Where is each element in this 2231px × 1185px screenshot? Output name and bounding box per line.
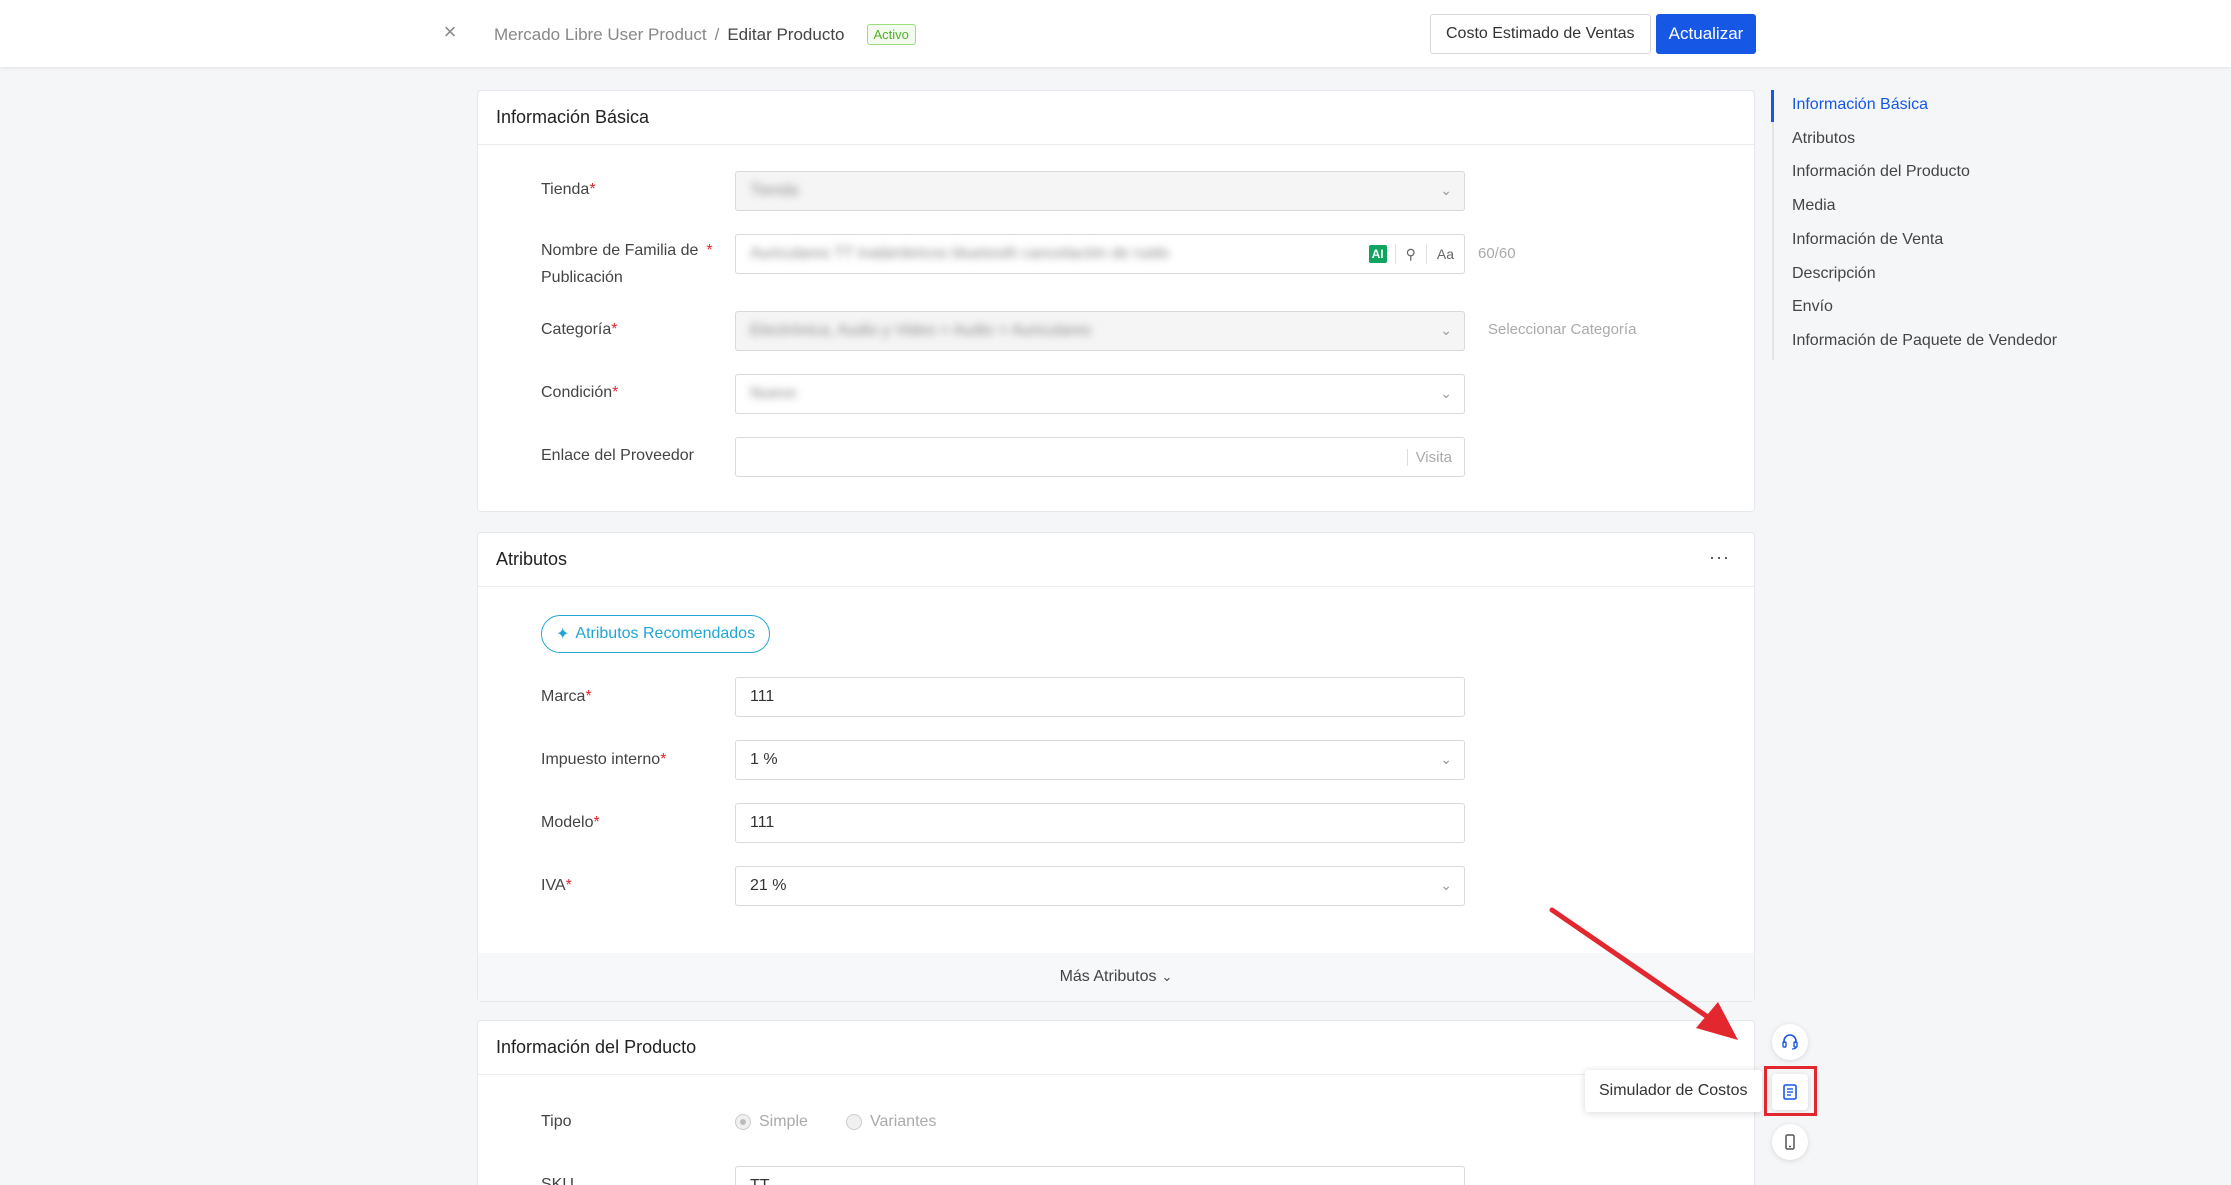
anchor-sales-info[interactable]: Información de Venta <box>1792 231 1943 249</box>
anchor-basic-info[interactable]: Información Básica <box>1792 96 1928 114</box>
family-name-input[interactable]: Auriculares TT inalámbricos bluetooth ca… <box>735 234 1465 274</box>
sku-input[interactable]: TT <box>735 1166 1465 1185</box>
anchor-shipping[interactable]: Envío <box>1792 298 1833 316</box>
card-title: Atributos <box>496 549 568 569</box>
cost-simulator-tooltip: Simulador de Costos <box>1585 1070 1762 1112</box>
text-case-button[interactable]: Aa <box>1425 244 1464 264</box>
chevron-down-icon: ⌄ <box>1440 751 1452 767</box>
supplier-label: Enlace del Proveedor <box>541 447 694 464</box>
anchor-product-info[interactable]: Información del Producto <box>1792 163 1970 181</box>
breadcrumb-separator: / <box>714 24 720 44</box>
anchor-active-indicator <box>1771 90 1774 122</box>
brand-input[interactable]: 111 <box>735 677 1465 717</box>
sparkle-icon: ✦ <box>556 626 570 643</box>
chevron-down-icon: ⌄ <box>1161 969 1173 984</box>
condition-label: Condición* <box>541 384 619 401</box>
basic-info-card: Información Básica Tienda* Tienda ⌄ Nomb… <box>477 90 1755 512</box>
anchor-media[interactable]: Media <box>1792 197 1836 215</box>
cost-estimate-button[interactable]: Costo Estimado de Ventas <box>1430 14 1651 54</box>
close-icon[interactable]: × <box>440 21 460 43</box>
breadcrumb-root[interactable]: Mercado Libre User Product <box>494 25 707 45</box>
radio-variants[interactable]: Variantes <box>846 1113 936 1131</box>
chevron-down-icon: ⌄ <box>1440 322 1452 338</box>
internal-tax-label: Impuesto interno* <box>541 751 667 768</box>
select-category-link[interactable]: Seleccionar Categoría <box>1488 321 1636 338</box>
char-counter: 60/60 <box>1478 245 1516 262</box>
recommended-attributes-button[interactable]: ✦ Atributos Recomendados <box>541 615 771 653</box>
model-input[interactable]: 111 <box>735 803 1465 843</box>
visit-link[interactable]: Visita <box>1406 448 1452 466</box>
anchor-attributes[interactable]: Atributos <box>1792 130 1855 148</box>
store-label: Tienda* <box>541 181 596 198</box>
internal-tax-select[interactable]: 1 % ⌄ <box>735 740 1465 780</box>
radio-simple[interactable]: Simple <box>735 1113 808 1131</box>
anchor-nav <box>1772 90 1774 360</box>
update-button[interactable]: Actualizar <box>1656 14 1756 54</box>
ai-badge[interactable]: AI <box>1368 245 1387 263</box>
card-title: Información Básica <box>478 91 1754 145</box>
chevron-down-icon: ⌄ <box>1440 182 1452 198</box>
top-header: × Mercado Libre User Product / Editar Pr… <box>0 0 2231 67</box>
iva-select[interactable]: 21 % ⌄ <box>735 866 1465 906</box>
annotation-highlight-box <box>1764 1066 1817 1116</box>
condition-select[interactable]: Nuevo ⌄ <box>735 374 1465 414</box>
iva-label: IVA* <box>541 877 572 894</box>
type-label: Tipo <box>541 1113 572 1130</box>
chevron-down-icon: ⌄ <box>1440 385 1452 401</box>
magnifier-icon[interactable]: ⚲ <box>1394 244 1426 264</box>
mobile-icon[interactable] <box>1772 1124 1808 1160</box>
radio-icon <box>735 1114 751 1130</box>
category-select[interactable]: Electrónica, Audio y Video > Audio > Aur… <box>735 311 1465 351</box>
sku-label: SKU <box>541 1176 574 1185</box>
anchor-seller-package[interactable]: Información de Paquete de Vendedor <box>1792 332 2057 350</box>
brand-label: Marca* <box>541 688 592 705</box>
more-options-icon[interactable]: ··· <box>1709 547 1730 568</box>
chevron-down-icon: ⌄ <box>1440 877 1452 893</box>
radio-icon <box>846 1114 862 1130</box>
anchor-description[interactable]: Descripción <box>1792 265 1876 283</box>
store-select[interactable]: Tienda ⌄ <box>735 171 1465 211</box>
status-badge: Activo <box>866 24 916 45</box>
headset-icon[interactable] <box>1772 1024 1808 1060</box>
family-name-label: Nombre de Familia de * Publicación <box>541 242 713 286</box>
breadcrumb: Mercado Libre User Product / Editar Prod… <box>494 24 916 45</box>
breadcrumb-current: Editar Producto <box>727 24 845 44</box>
supplier-link-input[interactable]: Visita <box>735 437 1465 477</box>
annotation-arrow <box>1549 907 1738 1040</box>
category-label: Categoría* <box>541 321 618 338</box>
model-label: Modelo* <box>541 814 600 831</box>
